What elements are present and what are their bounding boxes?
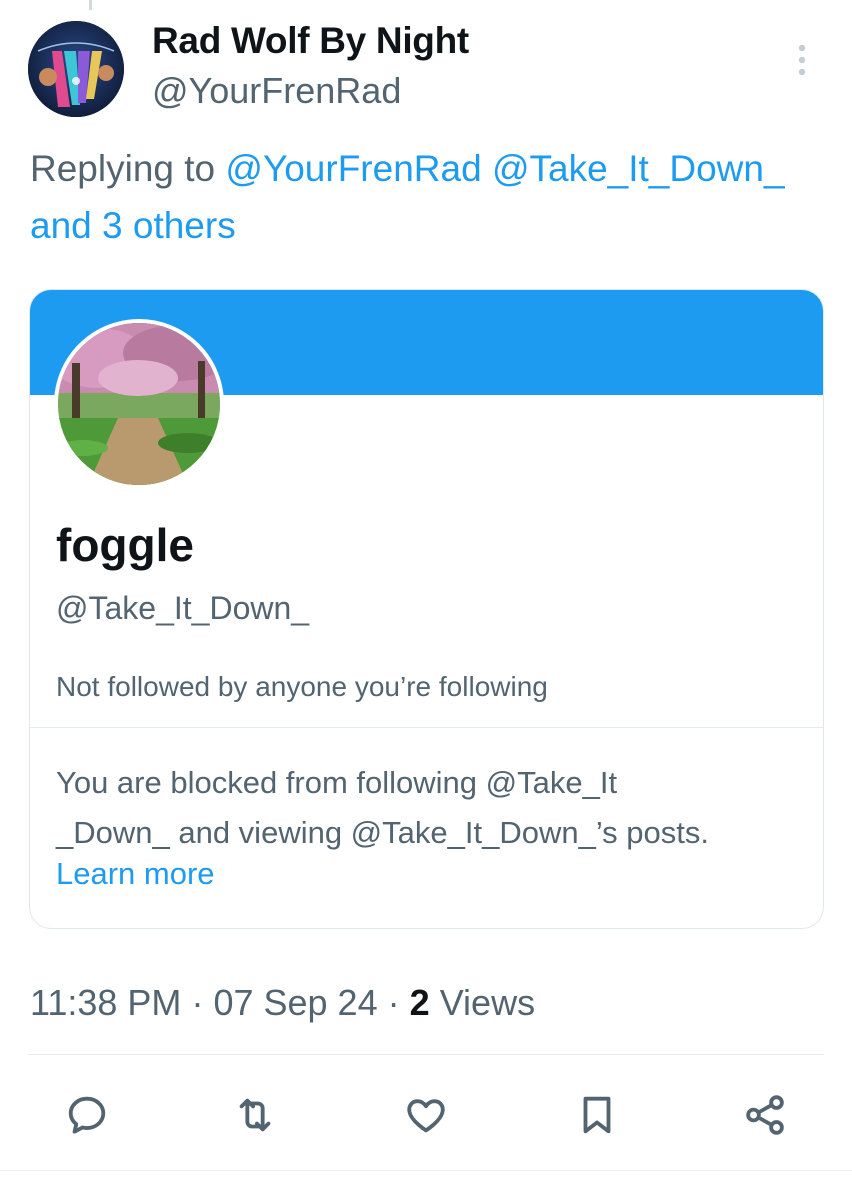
- tweet-time[interactable]: 11:38 PM: [30, 982, 181, 1023]
- blocked-text-line: _Down_ and viewing @Take_It_Down_’s post…: [56, 815, 709, 850]
- retweet-icon: [239, 1098, 271, 1132]
- bookmark-icon: [583, 1096, 611, 1134]
- avatar-photo: [58, 323, 220, 485]
- avatar-artwork: [28, 21, 124, 117]
- mention-link[interactable]: @Take_It_Down_: [492, 148, 785, 189]
- learn-more-link[interactable]: Learn more: [56, 856, 215, 892]
- retweet-button[interactable]: [232, 1092, 278, 1138]
- like-icon: [407, 1099, 445, 1133]
- followed-by-text: Not followed by anyone you’re following: [56, 671, 548, 702]
- blocked-notice: You are blocked from following @Take_It …: [56, 758, 796, 858]
- author-handle[interactable]: @YourFrenRad: [152, 70, 401, 112]
- card-divider: [30, 727, 823, 728]
- tweet-meta: 11:38 PM · 07 Sep 24 · 2 Views: [30, 982, 535, 1024]
- views-count[interactable]: 2: [410, 982, 430, 1023]
- like-button[interactable]: [403, 1092, 449, 1138]
- others-link[interactable]: and 3 others: [30, 205, 236, 246]
- share-button[interactable]: [742, 1092, 788, 1138]
- meta-separator: ·: [191, 982, 204, 1023]
- meta-divider: [28, 1054, 824, 1055]
- mention-link[interactable]: @YourFrenRad: [225, 148, 481, 189]
- replying-prefix: Replying to: [30, 148, 216, 189]
- profile-handle[interactable]: @Take_It_Down_: [56, 590, 309, 627]
- profile-avatar[interactable]: [54, 319, 224, 489]
- tweet-date[interactable]: 07 Sep 24: [213, 982, 377, 1023]
- meta-separator: ·: [387, 982, 400, 1023]
- thread-line: [89, 0, 92, 10]
- more-options-button[interactable]: [790, 40, 814, 80]
- bottom-divider: [0, 1170, 852, 1171]
- reply-button[interactable]: [64, 1092, 110, 1138]
- bookmark-button[interactable]: [574, 1092, 620, 1138]
- vertical-dots-icon: [798, 44, 806, 76]
- share-icon: [746, 1095, 784, 1135]
- views-label[interactable]: Views: [440, 982, 535, 1023]
- reply-icon: [68, 1096, 106, 1134]
- author-avatar[interactable]: [28, 21, 124, 117]
- profile-card: foggle @Take_It_Down_ Not followed by an…: [29, 289, 824, 929]
- replying-to: Replying to @YourFrenRad @Take_It_Down_ …: [30, 140, 842, 254]
- blocked-text-line: You are blocked from following @Take_It: [56, 765, 618, 800]
- author-display-name[interactable]: Rad Wolf By Night: [152, 20, 469, 62]
- profile-name[interactable]: foggle: [56, 518, 194, 572]
